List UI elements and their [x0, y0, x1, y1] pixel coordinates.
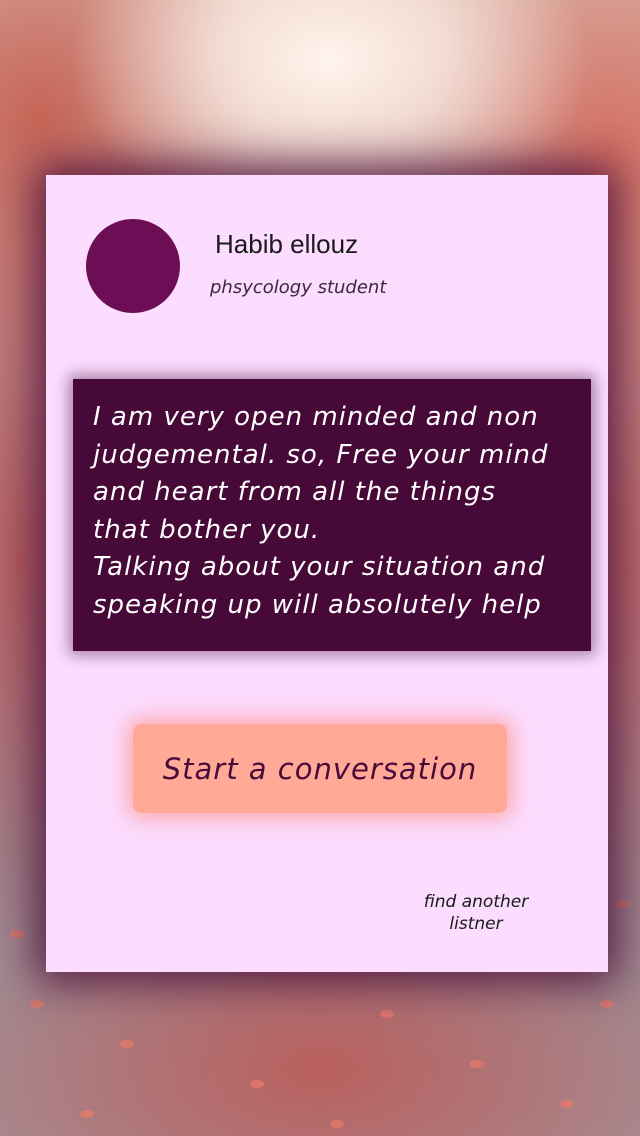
- listener-role: phsycology student: [210, 277, 387, 298]
- bio-panel: I am very open minded and non judgementa…: [73, 379, 591, 651]
- leaf-decoration: [615, 900, 629, 908]
- leaf-decoration: [80, 1110, 94, 1118]
- leaf-decoration: [10, 930, 24, 938]
- leaf-decoration: [330, 1120, 344, 1128]
- leaf-decoration: [470, 1060, 484, 1068]
- leaf-decoration: [250, 1080, 264, 1088]
- bio-text: I am very open minded and non judgementa…: [93, 402, 549, 620]
- leaf-decoration: [560, 1100, 574, 1108]
- listener-name: Habib ellouz: [215, 229, 359, 259]
- leaf-decoration: [380, 1010, 394, 1018]
- find-another-listener-link[interactable]: find another listner: [416, 891, 536, 935]
- leaf-decoration: [600, 1000, 614, 1008]
- leaf-decoration: [30, 1000, 44, 1008]
- start-conversation-button[interactable]: Start a conversation: [133, 724, 507, 813]
- listener-card: Habib ellouz phsycology student I am ver…: [46, 175, 608, 972]
- avatar[interactable]: [86, 219, 180, 313]
- leaf-decoration: [120, 1040, 134, 1048]
